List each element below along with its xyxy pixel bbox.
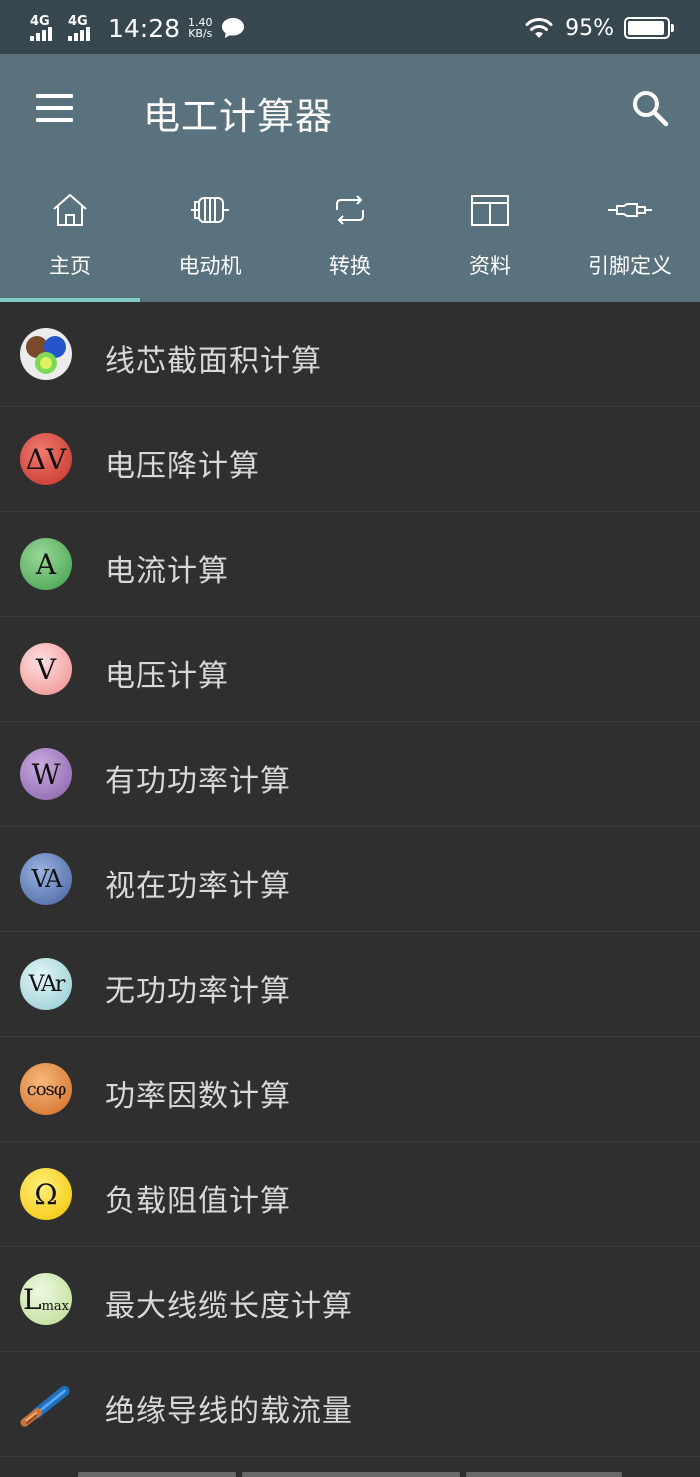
battery-percent: 95% (565, 15, 614, 41)
message-icon (221, 18, 244, 38)
app-title: 电工计算器 (143, 95, 333, 138)
app-bar: 电工计算器 主页 电动机 转换 资料 引脚定义 (0, 54, 700, 302)
calculator-list: 线芯截面积计算 ΔV 电压降计算 A 电流计算 V 电压计算 W 有功功率计算 … (0, 302, 700, 1457)
tab-pin-definition[interactable]: 引脚定义 (560, 172, 700, 302)
badge-text: L (22, 1282, 42, 1316)
network-speed: 1.40 KB/s (188, 17, 213, 39)
badge-text: Ω (34, 1177, 58, 1211)
status-time: 14:28 (108, 13, 181, 43)
list-item-insulated-wire[interactable]: 绝缘导线的载流量 (0, 1352, 700, 1457)
tab-motor[interactable]: 电动机 (140, 172, 280, 302)
list-item-label: 电流计算 (105, 554, 229, 589)
battery-icon (624, 17, 674, 39)
current-icon: A (20, 538, 72, 590)
list-item-voltage-drop[interactable]: ΔV 电压降计算 (0, 407, 700, 512)
list-item-active-power[interactable]: W 有功功率计算 (0, 722, 700, 827)
tab-bar: 主页 电动机 转换 资料 引脚定义 (0, 172, 700, 302)
list-item-label: 有功功率计算 (105, 764, 291, 799)
motor-icon (191, 197, 229, 223)
badge-text: A (35, 547, 57, 581)
voltage-icon: V (20, 643, 72, 695)
list-item-cross-section[interactable]: 线芯截面积计算 (0, 302, 700, 407)
badge-text: VA (31, 865, 62, 893)
apparent-power-icon: VA (20, 853, 72, 905)
list-item-label: 线芯截面积计算 (105, 344, 322, 379)
status-right: 95% (523, 8, 674, 48)
list-item-label: 绝缘导线的载流量 (105, 1394, 353, 1429)
list-item-label: 视在功率计算 (105, 869, 291, 904)
badge-text: VAr (28, 971, 66, 997)
list-item-label: 电压降计算 (105, 449, 260, 484)
tab-convert-label: 转换 (329, 254, 371, 278)
tab-home-label: 主页 (49, 254, 91, 278)
list-item-label: 最大线缆长度计算 (105, 1289, 353, 1324)
tab-resources[interactable]: 资料 (420, 172, 560, 302)
badge-text: V (35, 652, 57, 686)
list-item-power-factor[interactable]: cosφ 功率因数计算 (0, 1037, 700, 1142)
table-icon (471, 195, 509, 226)
battery-fill (628, 21, 665, 35)
status-left: 4G 4G 14:28 1.40 KB/s (30, 8, 245, 48)
badge-subscript: max (41, 1298, 69, 1314)
max-cable-length-icon: Lmax (20, 1273, 72, 1325)
list-item-reactive-power[interactable]: VAr 无功功率计算 (0, 932, 700, 1037)
badge-text: cosφ (26, 1078, 67, 1100)
list-item-apparent-power[interactable]: VA 视在功率计算 (0, 827, 700, 932)
list-item-label: 功率因数计算 (105, 1079, 291, 1114)
insulated-wire-icon (20, 1378, 72, 1430)
list-item-current[interactable]: A 电流计算 (0, 512, 700, 617)
connector-plug-icon (608, 203, 652, 217)
tab-convert[interactable]: 转换 (280, 172, 420, 302)
list-item-load-resistance[interactable]: Ω 负载阻值计算 (0, 1142, 700, 1247)
convert-icon (336, 195, 364, 225)
list-item-label: 无功功率计算 (105, 974, 291, 1009)
tab-motor-label: 电动机 (178, 254, 242, 278)
wifi-icon (525, 18, 553, 38)
search-icon[interactable] (630, 88, 670, 128)
hamburger-menu-icon[interactable] (36, 94, 74, 122)
reactive-power-icon: VAr (20, 958, 72, 1010)
badge-text: W (31, 757, 61, 791)
voltage-drop-icon: ΔV (20, 433, 72, 485)
load-resistance-icon: Ω (20, 1168, 72, 1220)
badge-text: ΔV (25, 442, 67, 476)
bottom-ad-strip (0, 1470, 700, 1477)
tab-pin-definition-label: 引脚定义 (588, 254, 672, 278)
cable-cores-icon (20, 328, 72, 380)
home-icon (53, 194, 87, 226)
active-power-icon: W (20, 748, 72, 800)
list-item-label: 负载阻值计算 (105, 1184, 291, 1219)
list-item-label: 电压计算 (105, 659, 229, 694)
list-item-voltage[interactable]: V 电压计算 (0, 617, 700, 722)
tab-home[interactable]: 主页 (0, 172, 140, 302)
signal-icon: 4G (30, 15, 60, 41)
status-bar: 4G 4G 14:28 1.40 KB/s 95% (0, 0, 700, 54)
power-factor-icon: cosφ (20, 1063, 72, 1115)
signal-icon-2: 4G (68, 15, 98, 41)
tab-resources-label: 资料 (469, 254, 511, 278)
network-speed-unit: KB/s (188, 27, 213, 40)
list-item-max-cable-length[interactable]: Lmax 最大线缆长度计算 (0, 1247, 700, 1352)
